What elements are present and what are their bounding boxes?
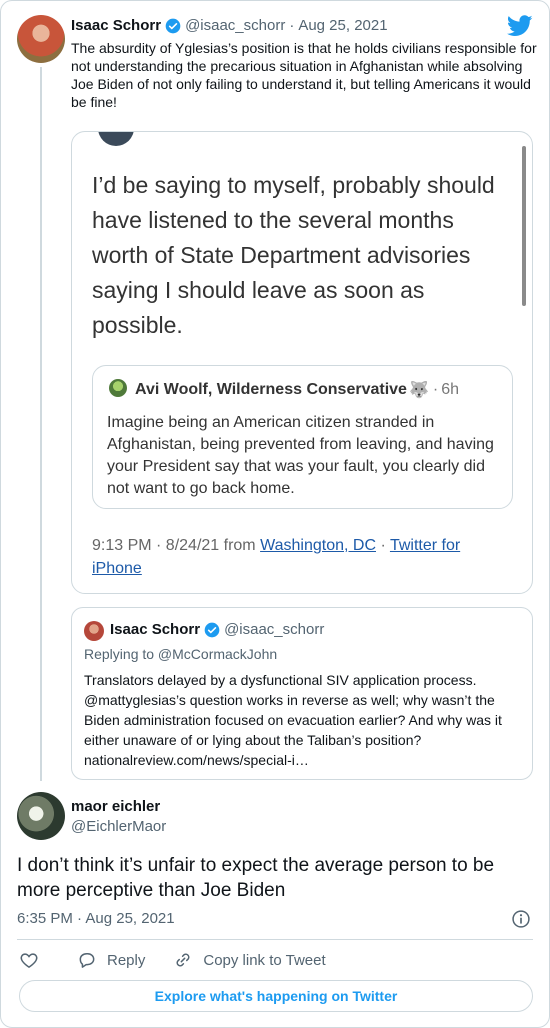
- tweet-text: The absurdity of Yglesias’s position is …: [71, 40, 537, 110]
- quoted-tweet[interactable]: Isaac Schorr @isaac_schorr Replying to @…: [71, 607, 533, 780]
- reply-label: Reply: [107, 951, 146, 969]
- link-icon: [176, 953, 190, 967]
- image-tweet-text: I’d be saying to myself, probably should…: [92, 172, 495, 338]
- reply-author-name[interactable]: maor eichler: [71, 798, 160, 815]
- copy-link-label: Copy link to Tweet: [203, 951, 326, 969]
- thread-connector: [40, 67, 42, 781]
- verified-badge-icon: [165, 18, 181, 33]
- reply-timestamp[interactable]: 6:35 PM · Aug 25, 2021: [17, 910, 175, 927]
- tweet-header: Isaac Schorr @isaac_schorr · Aug 25, 202…: [71, 17, 388, 34]
- separator-dot: ·: [289, 17, 295, 34]
- image-scrollbar: [522, 146, 526, 306]
- divider: [17, 939, 533, 940]
- reply-author-handle[interactable]: @EichlerMaor: [71, 818, 166, 835]
- quote-avatar: [84, 621, 104, 641]
- image-meta-time: 9:13 PM · 8/24/21 from: [92, 537, 256, 554]
- heart-icon: [20, 953, 38, 968]
- quote-header: Isaac Schorr @isaac_schorr: [110, 621, 324, 638]
- like-button[interactable]: [19, 950, 49, 970]
- inner-author-name: Avi Woolf, Wilderness Conservative: [135, 381, 407, 398]
- inner-time: 6h: [441, 381, 459, 398]
- author-name[interactable]: Isaac Schorr: [71, 17, 161, 34]
- image-quoted-tweet: Avi Woolf, Wilderness Conservative 🐺 · 6…: [92, 365, 513, 509]
- tweet-embed: Isaac Schorr @isaac_schorr · Aug 25, 202…: [0, 0, 550, 1028]
- inner-tweet-text: Imagine being an American citizen strand…: [107, 414, 494, 497]
- image-meta-location: Washington, DC: [260, 537, 376, 554]
- image-tweet-meta: 9:13 PM · 8/24/21 from Washington, DC · …: [92, 534, 512, 580]
- inner-separator: ·: [432, 381, 439, 398]
- image-avatar-fragment: [98, 132, 134, 146]
- info-icon[interactable]: [511, 909, 531, 929]
- verified-badge-icon: [204, 622, 220, 637]
- copy-link-button[interactable]: Copy link to Tweet: [173, 950, 326, 970]
- reply-button[interactable]: Reply: [77, 950, 145, 970]
- inner-header: Avi Woolf, Wilderness Conservative 🐺 · 6…: [135, 380, 459, 400]
- inner-avatar: [109, 379, 127, 397]
- attached-image[interactable]: I’d be saying to myself, probably should…: [71, 131, 533, 594]
- wolf-emoji-icon: 🐺: [408, 382, 429, 399]
- action-bar: Reply Copy link to Tweet: [19, 949, 354, 971]
- reply-avatar[interactable]: [17, 792, 65, 840]
- tweet-date[interactable]: Aug 25, 2021: [298, 17, 387, 34]
- reply-text: I don’t think it’s unfair to expect the …: [17, 855, 495, 901]
- quote-author-handle: @isaac_schorr: [224, 621, 325, 638]
- image-meta-sep: ·: [380, 537, 386, 554]
- author-handle[interactable]: @isaac_schorr: [185, 17, 285, 34]
- replying-to: Replying to @McCormackJohn: [84, 646, 278, 662]
- quote-author-name: Isaac Schorr: [110, 621, 201, 638]
- quote-text: Translators delayed by a dysfunctional S…: [84, 672, 502, 768]
- reply-bubble-icon: [79, 953, 95, 968]
- explore-button[interactable]: Explore what's happening on Twitter: [19, 980, 533, 1012]
- avatar[interactable]: [17, 15, 65, 63]
- twitter-bird-icon[interactable]: [507, 15, 533, 37]
